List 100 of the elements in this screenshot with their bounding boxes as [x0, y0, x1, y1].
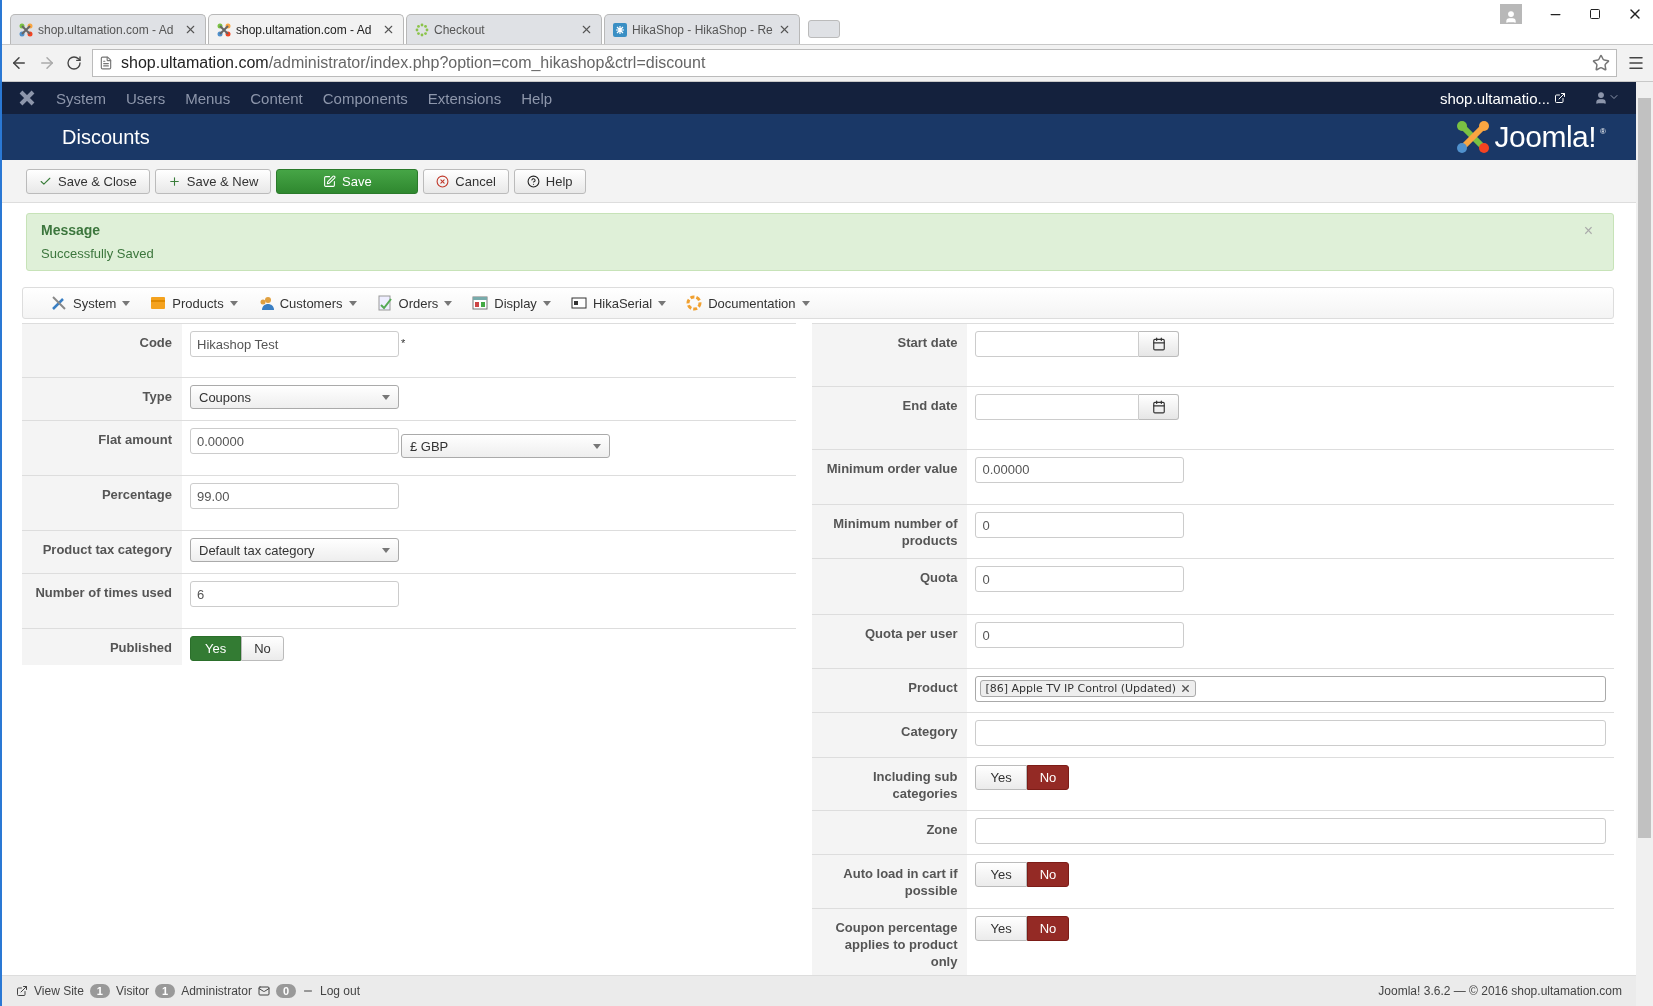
calendar-button[interactable] — [1139, 331, 1180, 357]
field-label: Minimum number of products — [812, 505, 968, 559]
message-text: Successfully Saved — [41, 246, 154, 261]
nav-menu-item[interactable]: System — [56, 89, 106, 107]
logout-link[interactable]: Log out — [320, 984, 361, 998]
nav-menu-item[interactable]: Menus — [185, 89, 231, 107]
card-icon — [570, 295, 587, 311]
field-label: Number of times used — [22, 574, 182, 628]
date-field[interactable] — [975, 393, 1140, 420]
calendar-icon — [1151, 337, 1166, 351]
field-label: Zone — [812, 811, 968, 855]
reload-icon[interactable] — [66, 55, 82, 71]
toggle-option[interactable]: Yes — [975, 862, 1027, 888]
nav-menu-item[interactable]: Components — [322, 89, 408, 107]
nav-menu-item[interactable]: Content — [250, 89, 303, 107]
help-icon — [526, 174, 540, 188]
submenu-item[interactable]: Orders — [376, 295, 453, 311]
submenu-item[interactable]: Documentation — [686, 295, 810, 311]
submenu-item[interactable]: Customers — [257, 295, 357, 311]
count-badge: 0 — [275, 984, 296, 998]
version-text: Joomla! 3.6.2 — © 2016 shop.ultamation.com — [1378, 984, 1622, 998]
text-field[interactable]: 99.00 — [190, 483, 399, 509]
cancel-icon — [436, 174, 450, 188]
toolbar-button[interactable]: Save & New — [154, 168, 272, 194]
browser-tab[interactable]: shop.ultamation.com - Ad — [10, 14, 206, 44]
toggle-option[interactable]: No — [1026, 764, 1070, 790]
submenu-item[interactable]: HikaSerial — [570, 295, 667, 311]
text-field[interactable] — [975, 818, 1606, 845]
field-label: Product — [812, 668, 968, 712]
toggle-option[interactable]: No — [241, 636, 284, 661]
browser-tab[interactable]: Checkout — [406, 14, 602, 44]
date-field[interactable] — [975, 331, 1140, 357]
joomla-icon[interactable] — [18, 89, 36, 107]
text-field[interactable]: 0 — [975, 622, 1185, 649]
message-heading: Message — [41, 222, 101, 238]
external-link-icon — [16, 985, 28, 997]
maximize-icon[interactable] — [1589, 8, 1601, 20]
text-field[interactable]: 0 — [975, 512, 1185, 539]
submenu-item[interactable]: Products — [150, 295, 238, 311]
close-icon[interactable] — [382, 23, 395, 36]
field-label: Published — [22, 629, 182, 665]
text-field[interactable]: 6 — [190, 581, 399, 607]
toolbar-button[interactable]: Help — [513, 168, 586, 194]
toggle-option[interactable]: No — [1026, 862, 1070, 888]
toggle-option[interactable]: Yes — [975, 916, 1027, 942]
nav-menu-item[interactable]: Help — [521, 89, 553, 107]
bookmark-star-icon[interactable] — [1592, 54, 1610, 72]
count-badge: 1 — [89, 984, 110, 998]
address-field[interactable]: shop.ultamation.com/administrator/index.php?option=com_hikashop&ctrl=discount — [92, 49, 1617, 77]
text-field[interactable]: 0.00000 — [975, 456, 1185, 483]
field-label: Product tax category — [22, 531, 182, 573]
field-label: Start date — [812, 324, 968, 386]
nav-menu-item[interactable]: Extensions — [427, 89, 502, 107]
toggle-option[interactable]: Yes — [975, 764, 1027, 790]
toggle-option[interactable]: No — [1026, 916, 1070, 942]
spinner-icon — [415, 22, 429, 37]
plus-icon — [167, 174, 181, 188]
edit-icon — [323, 174, 336, 188]
field-label: Type — [22, 378, 182, 420]
site-link[interactable]: shop.ultamatio... — [1439, 89, 1566, 107]
required-mark: * — [401, 337, 406, 349]
browser-tab[interactable]: HikaShop - HikaShop - Re — [604, 14, 800, 44]
field-label: Quota — [812, 559, 968, 615]
field-label: Including sub categories — [812, 757, 968, 811]
joomla-logo-icon — [1454, 119, 1491, 155]
text-field[interactable]: Hikashop Test — [190, 331, 399, 357]
field-label: Quota per user — [812, 615, 968, 668]
tools-icon — [51, 295, 67, 311]
field-label: Percentage — [22, 476, 182, 530]
administrator-label: Administrator — [181, 984, 252, 998]
document-icon — [376, 295, 393, 311]
submenu-item[interactable]: Display — [472, 295, 551, 311]
toolbar-button[interactable]: Cancel — [423, 168, 509, 194]
menu-icon[interactable] — [1627, 54, 1645, 72]
submenu-item[interactable]: System — [51, 295, 131, 311]
nav-menu-item[interactable]: Users — [126, 89, 166, 107]
user-icon[interactable] — [1594, 91, 1608, 105]
field-label: Minimum order value — [812, 449, 968, 505]
text-field[interactable] — [975, 719, 1606, 746]
joomla-logo-text: Joomla! — [1494, 120, 1597, 154]
toolbar-button[interactable]: Save & Close — [26, 168, 150, 194]
select-field[interactable]: Coupons — [190, 385, 399, 409]
back-icon[interactable] — [10, 54, 28, 72]
page-icon — [99, 56, 113, 70]
scrollbar[interactable] — [1636, 82, 1653, 1006]
tag-field[interactable]: [86] Apple TV IP Control (Updated) — [975, 675, 1606, 702]
text-field[interactable]: 0 — [975, 566, 1185, 593]
calendar-button[interactable] — [1139, 393, 1180, 420]
remove-icon[interactable] — [1180, 683, 1192, 695]
currency-select[interactable]: £ GBP — [401, 434, 610, 458]
count-badge: 1 — [155, 984, 176, 998]
select-field[interactable]: Default tax category — [190, 538, 399, 562]
field-label: Coupon percentage applies to product only — [812, 909, 968, 975]
text-field[interactable]: 0.00000 — [190, 428, 399, 454]
view-site-link[interactable]: View Site — [34, 984, 84, 998]
toggle-option[interactable]: Yes — [190, 636, 242, 661]
field-label: Flat amount — [22, 421, 182, 475]
toolbar-button[interactable]: Save — [276, 168, 419, 194]
field-label: Auto load in cart if possible — [812, 855, 968, 909]
browser-tab[interactable]: shop.ultamation.com - Ad — [208, 14, 404, 44]
